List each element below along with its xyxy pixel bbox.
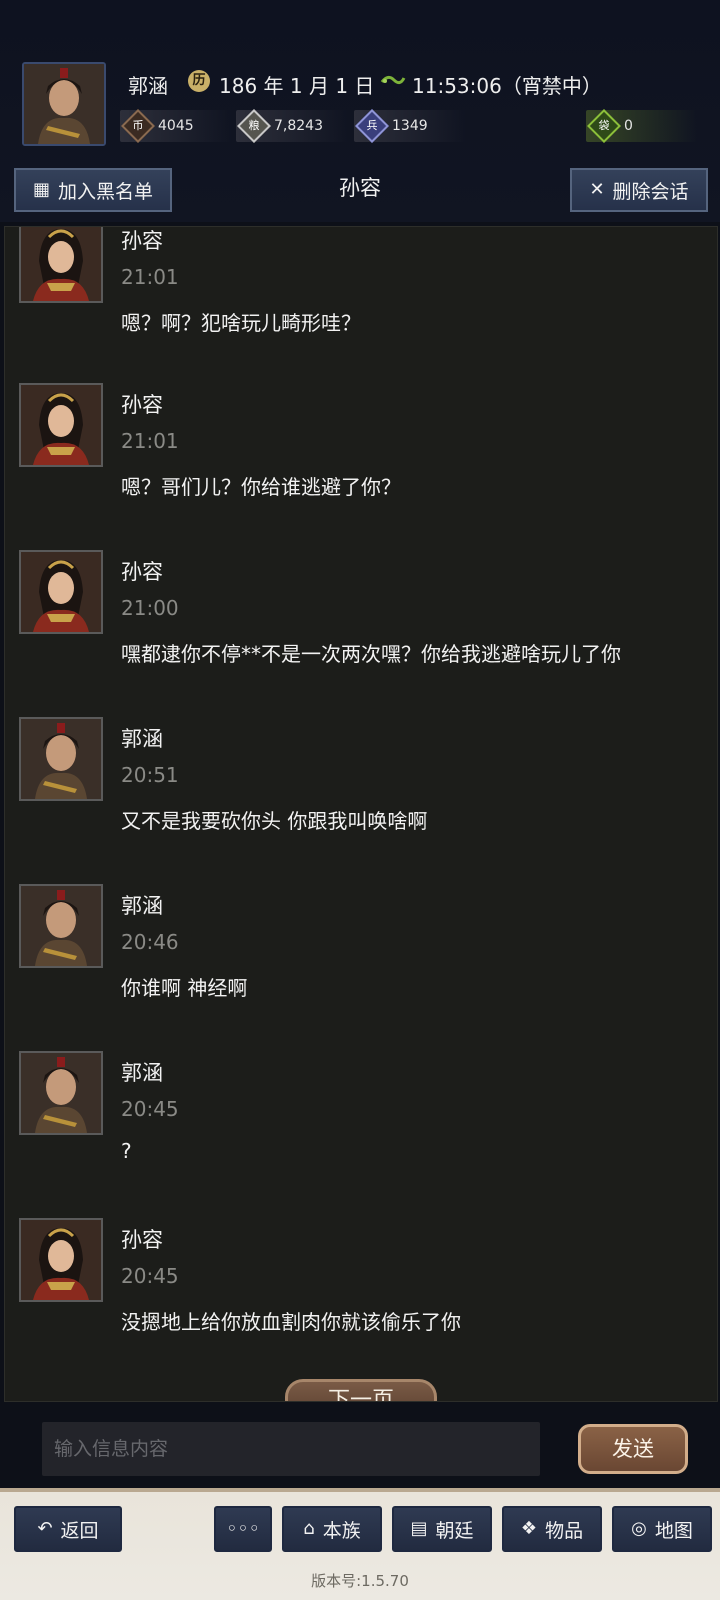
version-label: 版本号:1.5.70: [311, 1572, 409, 1590]
more-button[interactable]: ◦◦◦: [214, 1506, 272, 1552]
items-button[interactable]: ❖ 物品: [502, 1506, 602, 1552]
items-label: 物品: [545, 1519, 584, 1542]
sender-name: 郭涵: [121, 727, 163, 751]
message-input[interactable]: [42, 1422, 540, 1476]
message-item: 郭涵 20:51 又不是我要砍你头 你跟我叫唤啥啊: [5, 717, 717, 884]
resource-value: 4045: [158, 118, 194, 134]
resource-grain[interactable]: 粮 7,8243: [236, 109, 348, 143]
bottom-nav: ↶ 返回 ◦◦◦ ⌂ 本族 ▤ 朝廷 ❖ 物品 ◎ 地图 版本号:1.5.70: [0, 1488, 720, 1600]
coin-icon: 币: [121, 109, 155, 143]
resource-value: 7,8243: [274, 118, 323, 134]
grain-icon: 粮: [237, 109, 271, 143]
back-arrow-icon: ↶: [37, 1518, 53, 1539]
message-text: 你谁啊 神经啊: [121, 976, 248, 1000]
delete-conversation-button[interactable]: ✕ 删除会话: [570, 168, 708, 212]
next-page-button[interactable]: 下一页: [285, 1379, 437, 1401]
clan-button[interactable]: ⌂ 本族: [282, 1506, 382, 1552]
court-button[interactable]: ▤ 朝廷: [392, 1506, 492, 1552]
message-time: 20:45: [121, 1264, 179, 1288]
palace-icon: ▤: [410, 1518, 428, 1539]
resource-value: 1349: [392, 118, 428, 134]
sender-avatar[interactable]: [19, 1051, 103, 1135]
clan-icon: ⌂: [303, 1518, 315, 1539]
sender-avatar[interactable]: [19, 884, 103, 968]
message-time: 21:01: [121, 429, 179, 453]
message-text: 又不是我要砍你头 你跟我叫唤啥啊: [121, 809, 428, 833]
sender-name: 郭涵: [121, 894, 163, 918]
sender-name: 孙容: [121, 1228, 163, 1252]
sender-avatar[interactable]: [19, 550, 103, 634]
close-icon: ✕: [589, 179, 605, 200]
resource-soldiers[interactable]: 兵 1349: [354, 109, 466, 143]
more-icon: ◦◦◦: [226, 1518, 260, 1540]
back-button[interactable]: ↶ 返回: [14, 1506, 122, 1552]
message-text: 嗯？哥们儿？你给谁逃避了你？: [121, 475, 401, 499]
map-label: 地图: [654, 1519, 693, 1542]
player-avatar[interactable]: [22, 62, 106, 146]
message-item: 郭涵 20:46 你谁啊 神经啊: [5, 884, 717, 1051]
sender-avatar[interactable]: [19, 383, 103, 467]
message-input-container: [42, 1422, 540, 1476]
player-name: 郭涵: [128, 74, 168, 98]
message-time: 20:45: [121, 1097, 179, 1121]
map-button[interactable]: ◎ 地图: [612, 1506, 712, 1552]
message-time: 21:01: [121, 265, 179, 289]
delete-conversation-label: 删除会话: [612, 180, 689, 203]
back-label: 返回: [60, 1519, 99, 1542]
soldier-icon: 兵: [355, 109, 389, 143]
message-item: 孙容 20:45 没摁地上给你放血割肉你就该偷乐了你: [5, 1218, 717, 1385]
message-time: 21:00: [121, 596, 179, 620]
sender-avatar[interactable]: [19, 717, 103, 801]
resource-value: 0: [624, 118, 633, 134]
map-icon: ◎: [631, 1518, 647, 1539]
message-text: ?: [121, 1139, 132, 1163]
sender-name: 郭涵: [121, 1061, 163, 1085]
resource-pouch[interactable]: 袋 0: [586, 109, 698, 143]
clan-label: 本族: [322, 1519, 361, 1542]
send-button[interactable]: 发送: [578, 1424, 688, 1474]
sender-name: 孙容: [121, 393, 163, 417]
message-text: 嗯？啊？犯啥玩儿畸形哇？: [121, 311, 361, 335]
game-time: 11:53:06（宵禁中）: [412, 74, 602, 98]
sender-avatar[interactable]: [19, 1218, 103, 1302]
message-item: 郭涵 20:45 ?: [5, 1051, 717, 1218]
court-label: 朝廷: [435, 1519, 474, 1542]
message-item: 孙容 21:01 嗯？哥们儿？你给谁逃避了你？: [5, 383, 717, 550]
game-date: 186 年 1 月 1 日: [219, 74, 375, 98]
sender-avatar[interactable]: [19, 227, 103, 303]
message-list[interactable]: 孙容 21:01 嗯？啊？犯啥玩儿畸形哇？ 孙容 21:01 嗯？哥们儿？你给谁…: [4, 226, 718, 1402]
sender-name: 孙容: [121, 560, 163, 584]
resource-coins[interactable]: 币 4045: [120, 109, 232, 143]
message-text: 没摁地上给你放血割肉你就该偷乐了你: [121, 1310, 461, 1334]
sender-name: 孙容: [121, 229, 163, 253]
clock-dragon-icon: [380, 75, 406, 85]
calendar-seal-icon: 历: [188, 70, 210, 92]
message-time: 20:46: [121, 930, 179, 954]
message-text: 嘿都逮你不停**不是一次两次嘿？你给我逃避啥玩儿了你: [121, 642, 621, 666]
message-item: 孙容 21:01 嗯？啊？犯啥玩儿畸形哇？: [5, 227, 717, 386]
message-time: 20:51: [121, 763, 179, 787]
items-icon: ❖: [520, 1518, 538, 1539]
pouch-icon: 袋: [587, 109, 621, 143]
message-item: 孙容 21:00 嘿都逮你不停**不是一次两次嘿？你给我逃避啥玩儿了你: [5, 550, 717, 717]
